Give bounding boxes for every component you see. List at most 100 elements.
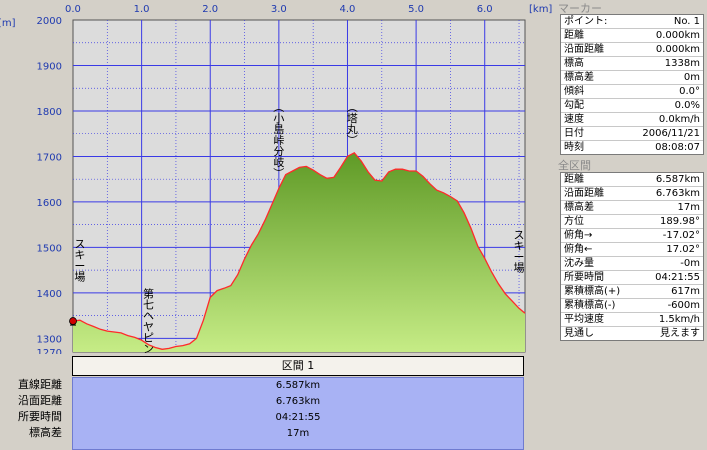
y-tick-label: 1500 [37,243,62,254]
y-tick-label: 1400 [37,289,62,300]
marker-panel-value: 0m [683,72,700,83]
section-panel-label: 距離 [564,174,584,185]
x-tick-label: 0.0 [65,4,81,15]
section-panel-row: 俯角← 17.02° [561,243,703,257]
section-panel-value: 1.5km/h [658,314,700,325]
y-tick-label: 1700 [37,152,62,163]
marker-panel-label: 勾配 [564,100,584,111]
marker-panel-label: 速度 [564,114,584,125]
y-tick-label: 1800 [37,107,62,118]
section-panel-value: 17.02° [666,244,700,255]
annotation-char: ） [272,167,285,178]
annotation-char: （ [272,101,285,112]
section-panel-value: -17.02° [662,230,700,241]
y-tick-label: 1900 [37,61,62,72]
marker-panel-label: 傾斜 [564,86,584,97]
marker-panel-value: 1338m [664,58,700,69]
section-panel: 距離 6.587km 沿面距離 6.763km 標高差 17m 方位 189.98° 俯角→ -1… [560,172,704,341]
section-panel-row: 所要時間 04:21:55 [561,271,703,285]
summary-label: 直線距離 [18,378,62,391]
marker-panel-label: ポイント: [564,16,608,27]
section-panel-value: 04:21:55 [655,272,700,283]
marker-panel-value: 0.000km [655,44,700,55]
x-tick-label: 2.0 [202,4,218,15]
segment-summary: 区間 1 直線距離 沿面距離 所要時間 標高差 6.587km 6.763km … [0,354,553,450]
marker-panel-row: 時刻 08:08:07 [561,141,703,154]
marker-panel-row: 日付 2006/11/21 [561,127,703,141]
x-tick-label: 6.0 [477,4,493,15]
section-panel-label: 沿面距離 [564,188,604,199]
marker-panel-row: 勾配 0.0% [561,99,703,113]
annotation-label: （小島峠分岐） [272,101,285,178]
marker-panel-value: 0.0° [679,86,700,97]
section-panel-label: 標高差 [564,202,594,213]
summary-value: 6.763km [275,396,321,407]
section-panel-value: 617m [671,286,700,297]
section-panel-row: 平均速度 1.5km/h [561,313,703,327]
y-tick-label: 1600 [37,198,62,209]
section-panel-row: 累積標高(-) -600m [561,299,703,313]
marker-panel-value: 0.0km/h [658,114,700,125]
marker-panel-value: 0.000km [655,30,700,41]
annotation-label: スキー場 [74,237,85,283]
x-tick-label: 4.0 [339,4,355,15]
x-tick-label: 5.0 [408,4,424,15]
summary-value: 6.587km [275,380,321,391]
section-panel-row: 俯角→ -17.02° [561,229,703,243]
annotation-label: （塔丸） [345,101,358,145]
marker-panel-label: 日付 [564,128,584,139]
annotation-char: ン [143,342,154,354]
marker-panel: ポイント: No. 1 距離 0.000km 沿面距離 0.000km 標高 1338m 標高差… [560,14,704,155]
segment-header[interactable]: 区間 1 [72,356,524,376]
marker-panel-row: 傾斜 0.0° [561,85,703,99]
section-panel-row: 沈み量 -0m [561,257,703,271]
info-panels: マーカー ポイント: No. 1 距離 0.000km 沿面距離 0.000km 標高 133… [553,0,707,450]
section-panel-row: 累積標高(+) 617m [561,285,703,299]
annotation-char: 場 [514,261,525,274]
section-panel-label: 所要時間 [564,272,604,283]
section-panel-value: 見えます [660,328,700,339]
section-panel-row: 見通し 見えます [561,327,703,340]
section-panel-label: 累積標高(+) [564,286,621,297]
marker-panel-value: No. 1 [673,16,700,27]
section-panel-label: 沈み量 [564,258,594,269]
marker-panel-row: 速度 0.0km/h [561,113,703,127]
marker-panel-value: 2006/11/21 [642,128,700,139]
summary-value: 17m [286,428,310,439]
marker-panel-row: 標高 1338m [561,57,703,71]
y-tick-label: 2000 [37,16,62,27]
marker-panel-row: 距離 0.000km [561,29,703,43]
annotation-char: ） [345,134,358,145]
marker-panel-label: 標高差 [564,72,594,83]
marker-panel-label: 時刻 [564,142,584,153]
section-panel-label: 見通し [564,328,594,339]
section-panel-row: 沿面距離 6.763km [561,187,703,201]
position-marker[interactable] [69,317,77,326]
summary-values: 6.587km 6.763km 04:21:55 17m [72,377,524,450]
section-panel-value: 189.98° [660,216,700,227]
summary-label: 沿面距離 [18,394,62,407]
x-axis-ticks: 0.0 1.0 2.0 3.0 4.0 5.0 6.0 [65,4,493,15]
summary-label: 所要時間 [18,410,62,423]
section-panel-label: 平均速度 [564,314,604,325]
section-panel-row: 距離 6.587km [561,173,703,187]
summary-labels: 直線距離 沿面距離 所要時間 標高差 [0,377,64,441]
marker-panel-label: 標高 [564,58,584,69]
section-panel-value: -0m [680,258,700,269]
x-tick-label: 3.0 [271,4,287,15]
section-panel-value: 6.763km [655,188,700,199]
y-unit-label: [m] [0,18,16,29]
section-panel-label: 俯角← [564,244,593,255]
annotation-label: スキー場 [514,228,525,274]
marker-panel-row: 標高差 0m [561,71,703,85]
section-panel-row: 標高差 17m [561,201,703,215]
marker-panel-label: 距離 [564,30,584,41]
annotation-char: （ [345,101,358,112]
section-panel-title: 全区間 [558,159,591,172]
section-panel-label: 累積標高(-) [564,300,616,311]
x-tick-label: 1.0 [134,4,150,15]
marker-dot [69,317,77,325]
marker-panel-label: 沿面距離 [564,44,604,55]
section-panel-row: 方位 189.98° [561,215,703,229]
elevation-chart[interactable]: 0.0 1.0 2.0 3.0 4.0 5.0 6.0 2000 1900 1800 1700 16… [0,0,553,354]
